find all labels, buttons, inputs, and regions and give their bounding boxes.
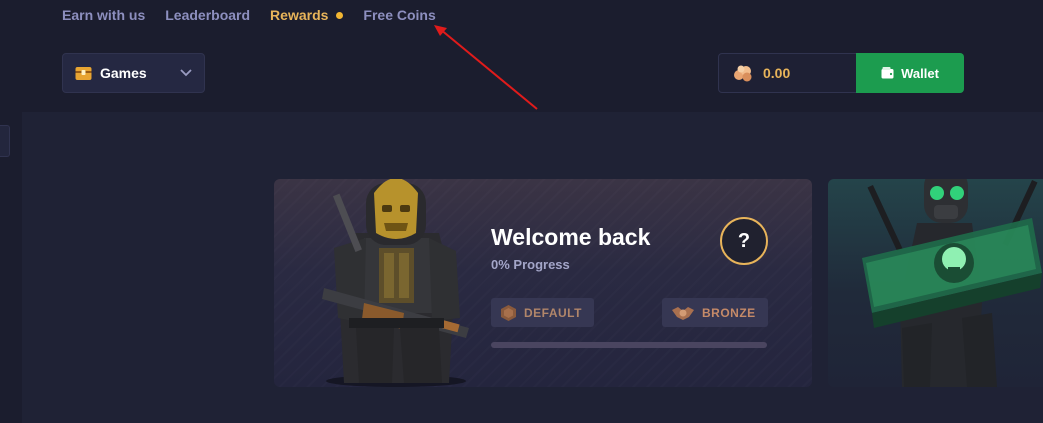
rewards-notification-dot (336, 12, 344, 19)
welcome-card: Welcome back 0% Progress ? DEFAULT BRONZ… (274, 179, 812, 387)
help-button[interactable]: ? (720, 217, 768, 265)
annotation-arrow (434, 25, 538, 110)
top-nav: Earn with us Leaderboard Rewards Free Co… (62, 6, 456, 24)
welcome-title: Welcome back (491, 224, 651, 250)
current-rank-badge: DEFAULT (491, 298, 594, 327)
sidebar-toggle[interactable] (0, 125, 10, 157)
games-dropdown-label: Games (100, 65, 147, 81)
character-illustration (322, 179, 469, 387)
games-dropdown[interactable]: Games (62, 53, 205, 93)
bronze-rank-icon (672, 305, 694, 321)
wallet-button[interactable]: Wallet (856, 53, 964, 93)
next-rank-badge: BRONZE (662, 298, 768, 327)
balance-display: 0.00 (718, 53, 857, 93)
case-illustration (862, 179, 1042, 387)
balance-amount: 0.00 (763, 65, 791, 81)
coins-icon (731, 63, 755, 83)
wallet-button-label: Wallet (901, 65, 939, 81)
default-rank-icon (501, 304, 516, 321)
current-rank-label: DEFAULT (524, 305, 582, 320)
next-rank-label: BRONZE (702, 305, 756, 320)
progress-text: 0% Progress (491, 257, 570, 272)
chest-icon (75, 66, 92, 81)
chevron-down-icon (180, 69, 192, 77)
nav-leaderboard[interactable]: Leaderboard (165, 6, 250, 24)
rank-progress-bar (491, 342, 767, 348)
nav-rewards[interactable]: Rewards (270, 6, 328, 24)
nav-earn-with-us[interactable]: Earn with us (62, 6, 145, 24)
wallet-icon (881, 67, 894, 79)
featured-case-card[interactable] (828, 179, 1043, 387)
nav-free-coins[interactable]: Free Coins (363, 6, 435, 24)
help-button-label: ? (737, 229, 751, 252)
